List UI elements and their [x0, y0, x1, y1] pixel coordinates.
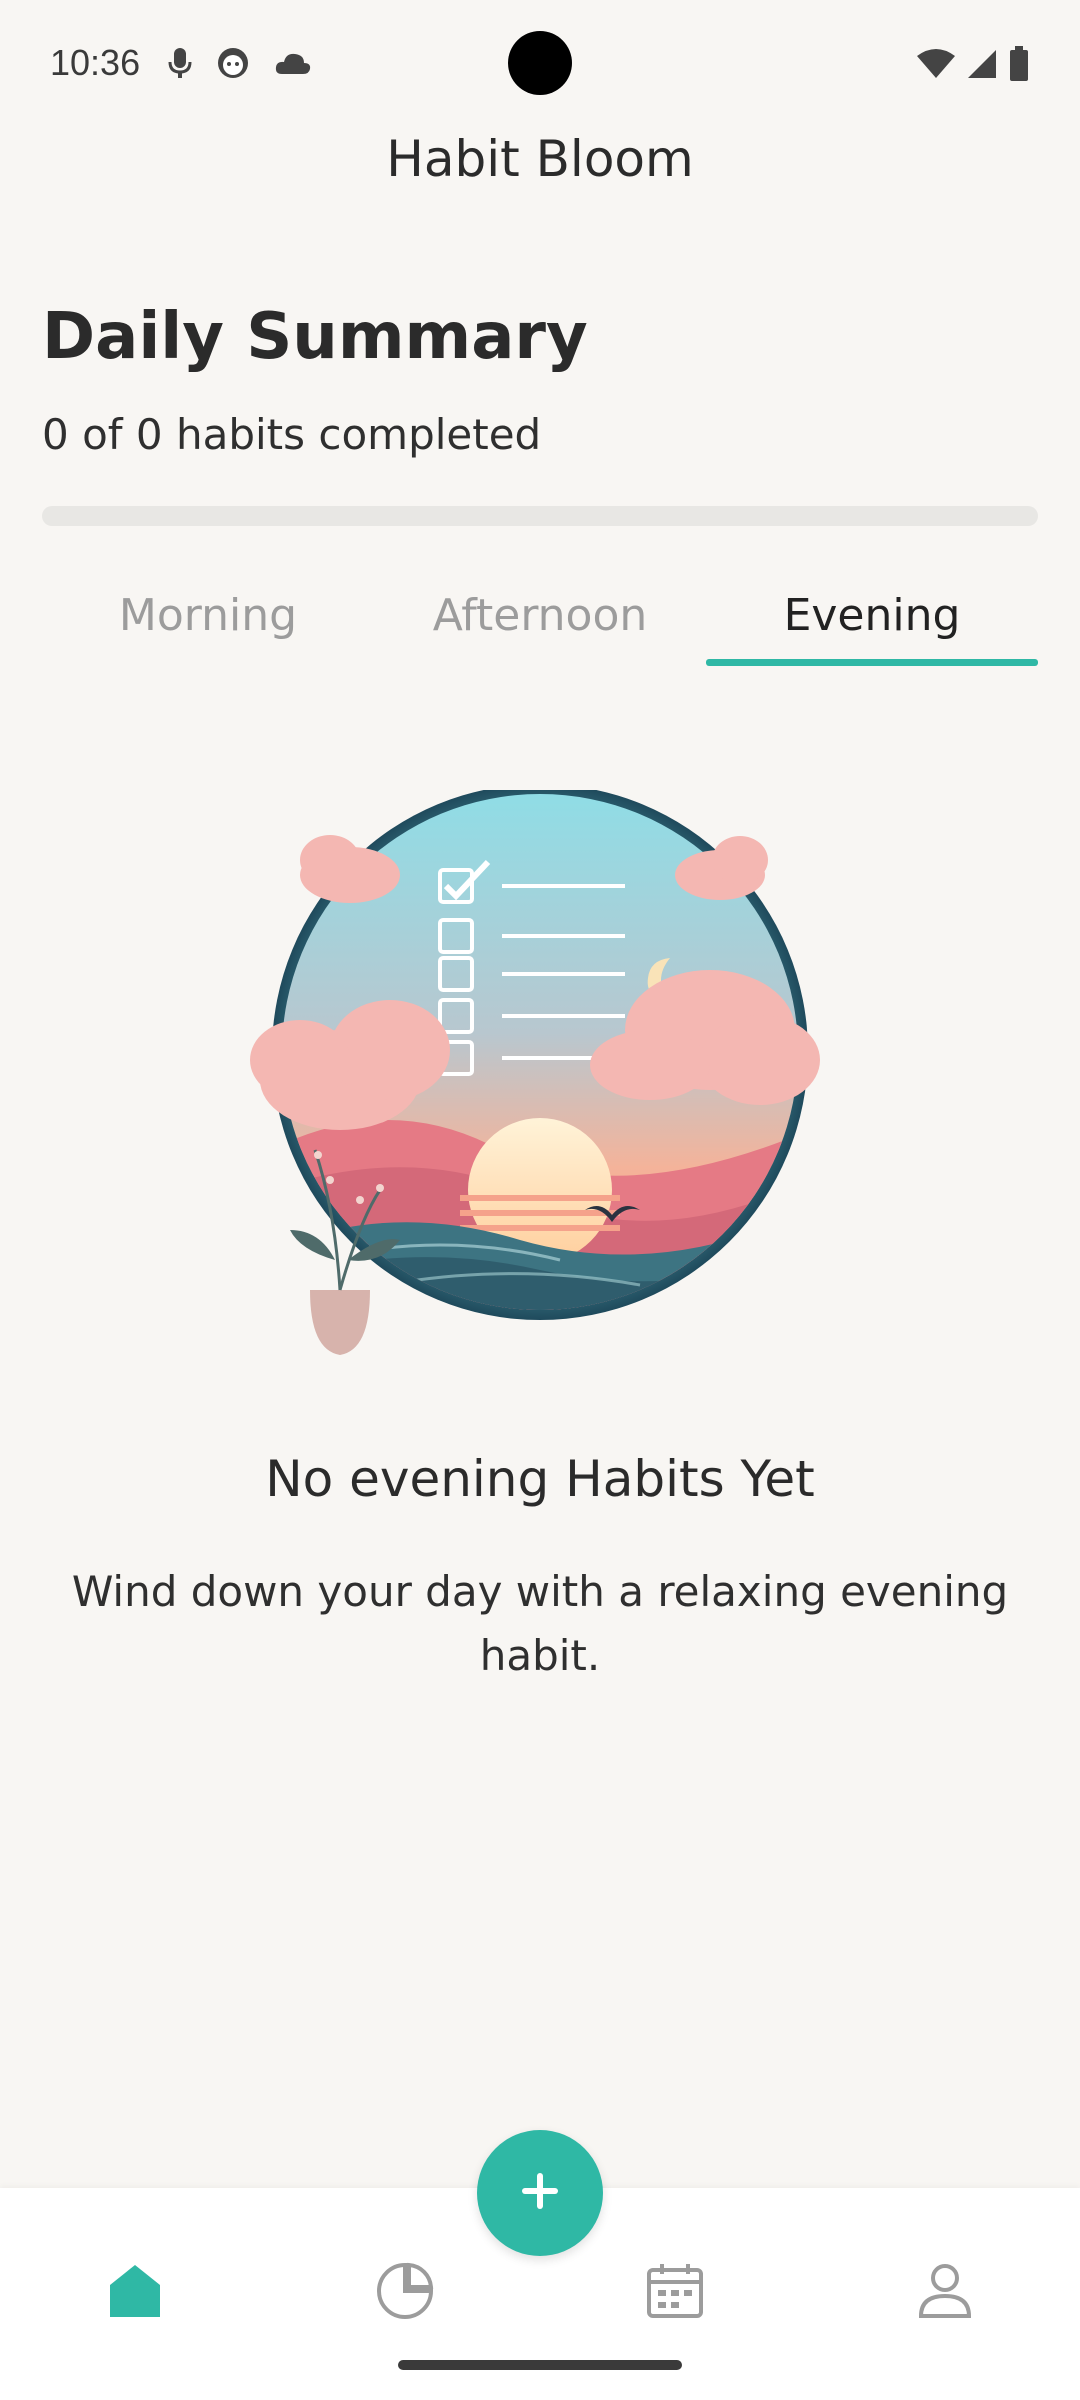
habits-completed-text: 0 of 0 habits completed — [42, 410, 542, 459]
status-time: 10:36 — [50, 42, 141, 83]
nav-stats[interactable] — [360, 2248, 450, 2338]
home-indicator[interactable] — [398, 2360, 682, 2370]
add-habit-button[interactable] — [477, 2130, 603, 2256]
face-icon — [216, 46, 250, 84]
camera-cutout — [508, 31, 572, 95]
empty-state-description: Wind down your day with a relaxing eveni… — [71, 1567, 1009, 1680]
status-icons-right — [916, 46, 1030, 86]
tab-afternoon[interactable]: Afternoon — [374, 580, 706, 666]
status-icons-left — [168, 46, 312, 84]
plus-icon — [518, 2169, 562, 2217]
progress-bar — [42, 506, 1038, 526]
empty-state-title: No evening Habits Yet — [265, 1450, 815, 1508]
profile-icon — [917, 2262, 973, 2324]
evening-illustration — [240, 784, 840, 1370]
wifi-icon — [916, 48, 956, 84]
tab-morning[interactable]: Morning — [42, 580, 374, 666]
stats-pie-icon — [375, 2261, 435, 2325]
tab-evening[interactable]: Evening — [706, 580, 1038, 666]
time-of-day-tabs: Morning Afternoon Evening — [42, 580, 1038, 666]
cell-signal-icon — [966, 48, 998, 84]
battery-icon — [1008, 46, 1030, 86]
summary-title: Daily Summary — [42, 300, 588, 374]
app-title: Habit Bloom — [386, 130, 694, 188]
mic-icon — [168, 46, 192, 84]
nav-calendar[interactable] — [630, 2248, 720, 2338]
status-bar: 10:36 — [0, 0, 1080, 130]
home-icon — [108, 2263, 162, 2323]
cloud-icon — [274, 50, 312, 80]
nav-profile[interactable] — [900, 2248, 990, 2338]
calendar-icon — [646, 2262, 704, 2324]
nav-home[interactable] — [90, 2248, 180, 2338]
